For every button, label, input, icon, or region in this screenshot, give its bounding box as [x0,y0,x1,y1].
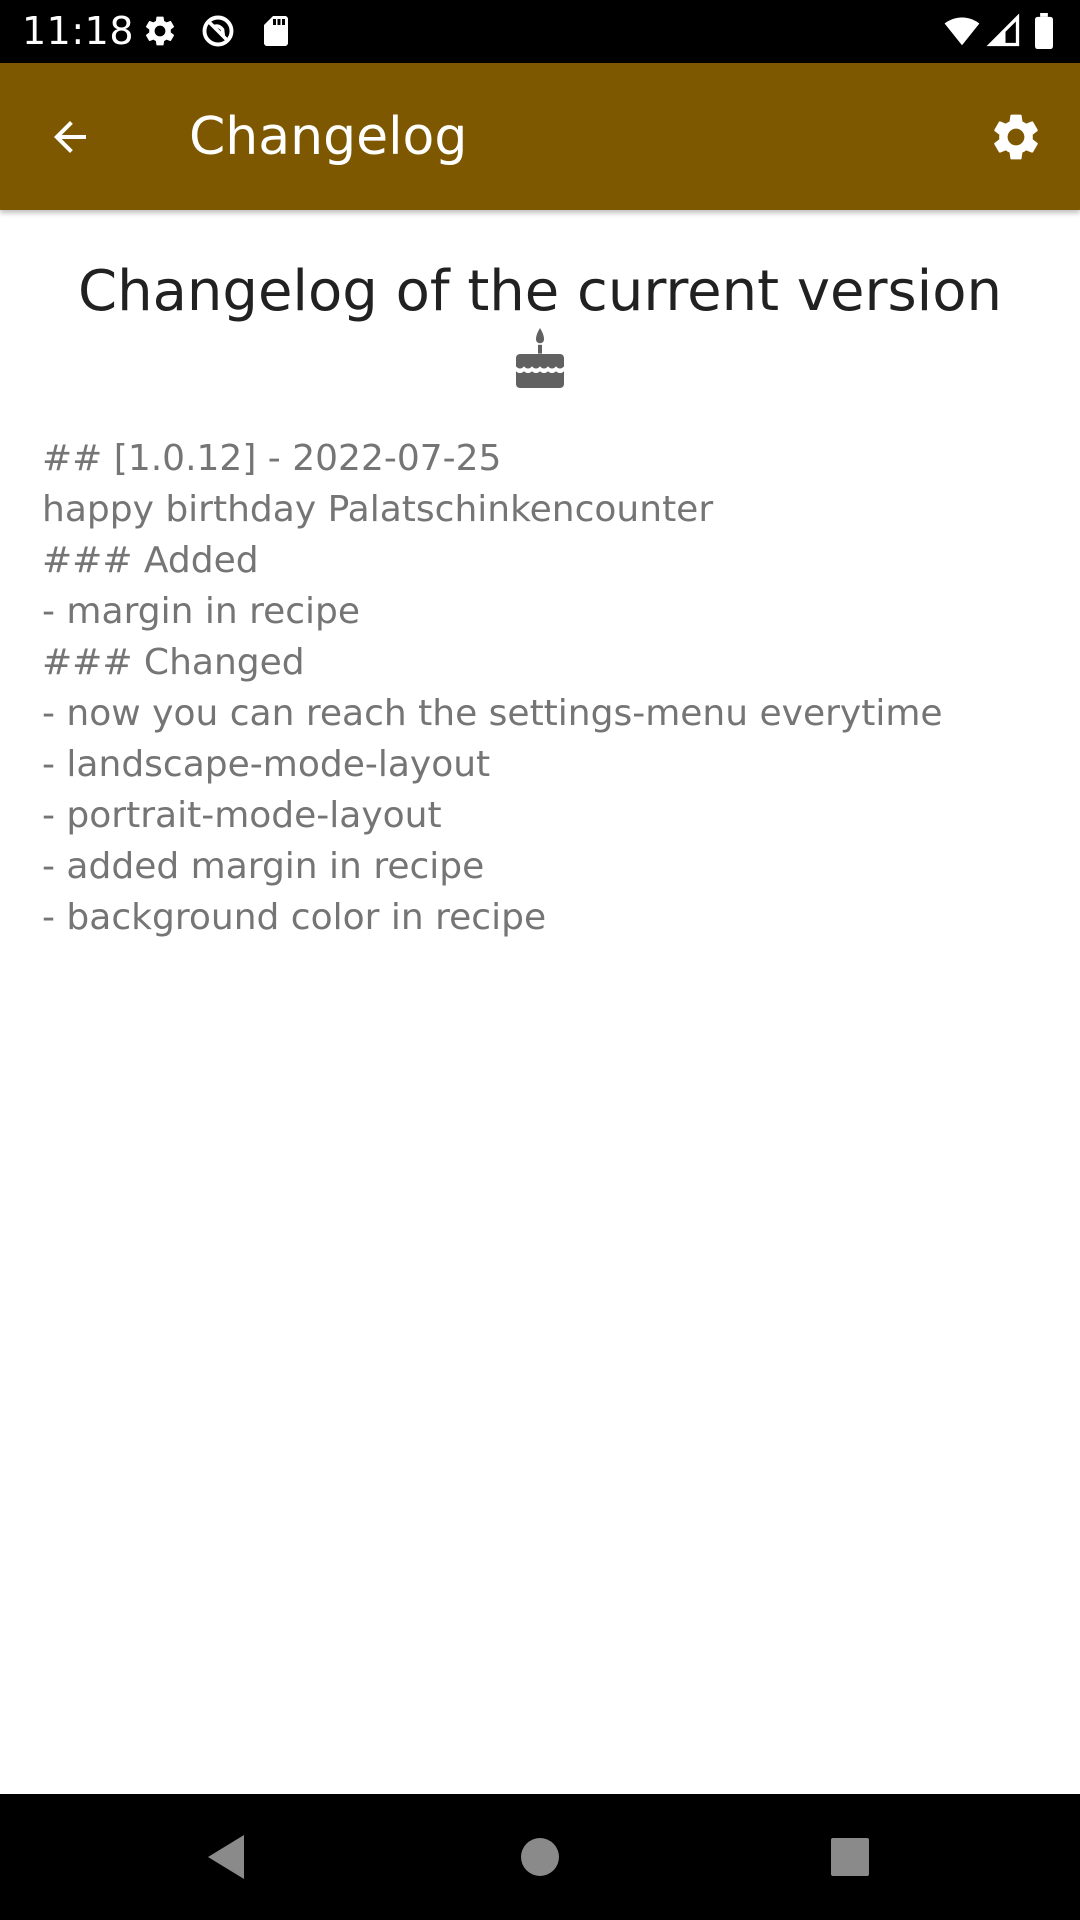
changelog-line: - background color in recipe [42,897,547,938]
changelog-line: ### Changed [42,642,305,683]
cake-icon [514,328,566,388]
back-triangle-icon [208,1835,244,1879]
nav-recents-button[interactable] [814,1821,886,1893]
changelog-line: - landscape-mode-layout [42,744,491,785]
changelog-line: - margin in recipe [42,591,361,632]
home-circle-icon [521,1838,559,1876]
sd-card-icon [258,13,294,49]
changelog-screen: 11:18 Changelog Changelog of the current… [0,0,1080,1920]
nav-home-button[interactable] [504,1821,576,1893]
back-button[interactable] [34,101,106,173]
changelog-line: - portrait-mode-layout [42,795,442,836]
app-bar: Changelog [0,63,1080,210]
status-bar: 11:18 [0,0,1080,63]
changelog-line: - added margin in recipe [42,846,485,887]
battery-icon [1030,13,1058,49]
gear-icon [994,114,1038,160]
arrow-back-icon [54,121,86,153]
recents-square-icon [831,1838,869,1876]
changelog-line: ### Added [42,540,259,581]
settings-button[interactable] [978,99,1054,175]
navigation-bar [0,1794,1080,1920]
status-time: 11:18 [22,9,135,53]
signal-icon [986,13,1022,49]
nav-back-button[interactable] [190,1821,262,1893]
changelog-line: ## [1.0.12] - 2022-07-25 [42,438,502,479]
changelog-heading: Changelog of the current version [78,259,1002,324]
gear-icon [142,13,178,49]
do-not-disturb-icon [200,13,236,49]
changelog-list: ## [1.0.12] - 2022-07-25 happy birthday … [42,433,1042,943]
changelog-line: - now you can reach the settings-menu ev… [42,693,943,734]
wifi-icon [944,13,980,49]
changelog-line: happy birthday Palatschinkencounter [42,489,714,530]
app-title: Changelog [189,107,468,167]
